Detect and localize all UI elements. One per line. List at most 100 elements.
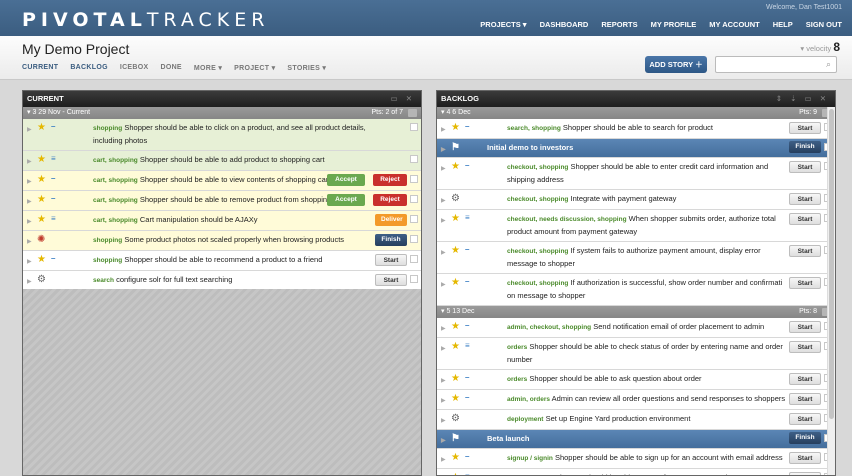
expand-icon[interactable]: ▶ — [441, 415, 446, 427]
story-row[interactable]: ▶ ★ – orders Shopper should be able to ask … — [437, 370, 835, 390]
nav-my-profile[interactable]: MY PROFILE — [651, 20, 697, 29]
estimate-icon[interactable]: ≡ — [465, 212, 470, 224]
scroll-thumb[interactable] — [829, 109, 834, 419]
story-row[interactable]: ▶ ★ – shopping Shopper should be able to re… — [23, 251, 421, 271]
story-labels[interactable]: search — [93, 277, 114, 284]
expand-icon[interactable]: ▶ — [441, 215, 446, 227]
estimate-icon[interactable]: – — [465, 451, 469, 463]
nav-sign-out[interactable]: SIGN OUT — [806, 20, 842, 29]
story-row[interactable]: ▶ ⚙ search configure solr for full text se… — [23, 271, 421, 291]
tab-done[interactable]: DONE — [160, 64, 181, 72]
start-button[interactable]: Start — [789, 245, 821, 257]
tab-project[interactable]: PROJECT ▾ — [234, 64, 275, 72]
nav-dashboard[interactable]: DASHBOARD — [540, 20, 589, 29]
story-labels[interactable]: shopping — [93, 125, 122, 132]
finish-button[interactable]: Finish — [789, 141, 821, 153]
story-row[interactable]: ▶ ★ ≡ checkout, needs discussion, shopping … — [437, 210, 835, 242]
expand-icon[interactable]: ▶ — [441, 375, 446, 387]
expand-icon[interactable]: ▶ — [27, 176, 32, 188]
expand-icon[interactable]: ▶ — [441, 454, 446, 466]
logo[interactable]: PIVOTALTRACKER — [22, 9, 269, 31]
start-button[interactable]: Start — [789, 277, 821, 289]
expand-icon[interactable]: ▶ — [441, 323, 446, 335]
story-labels[interactable]: search, shopping — [507, 125, 561, 132]
expand-icon[interactable]: ▶ — [27, 156, 32, 168]
story-labels[interactable]: shopping — [93, 257, 122, 264]
story-row[interactable]: ▶ ⚙ deployment Set up Engine Yard producti… — [437, 410, 835, 430]
select-checkbox[interactable] — [410, 215, 418, 223]
start-button[interactable]: Start — [789, 393, 821, 405]
story-labels[interactable]: checkout, shopping — [507, 164, 568, 171]
nav-my-account[interactable]: MY ACCOUNT — [709, 20, 759, 29]
expand-icon[interactable]: ▶ — [441, 435, 446, 447]
story-labels[interactable]: cart, shopping — [93, 217, 138, 224]
accept-button[interactable]: Accept — [327, 174, 365, 186]
panel-controls[interactable]: ⇕ ⇣ ▭ ✕ — [776, 91, 829, 107]
estimate-icon[interactable]: ≡ — [51, 153, 56, 165]
panel-controls[interactable]: ▭ ✕ — [391, 91, 415, 107]
nav-projects[interactable]: PROJECTS ▾ — [480, 20, 526, 29]
expand-icon[interactable]: ▶ — [441, 144, 446, 156]
story-row[interactable]: ▶★≡signup / signin Shopper should be abl… — [437, 469, 835, 475]
story-labels[interactable]: orders — [507, 376, 527, 383]
accept-button[interactable]: Accept — [327, 194, 365, 206]
nav-reports[interactable]: REPORTS — [601, 20, 637, 29]
story-labels[interactable]: checkout, shopping — [507, 248, 568, 255]
story-row[interactable]: ▶ ★ – checkout, shopping If authorization i… — [437, 274, 835, 306]
select-checkbox[interactable] — [410, 275, 418, 283]
expand-icon[interactable]: ▶ — [27, 236, 32, 248]
story-labels[interactable]: orders — [507, 344, 527, 351]
select-checkbox[interactable] — [410, 155, 418, 163]
story-row[interactable]: ▶ ★ – search, shopping Shopper should be ab… — [437, 119, 835, 139]
estimate-icon[interactable]: – — [465, 320, 469, 332]
expand-icon[interactable]: ▶ — [441, 163, 446, 175]
start-button[interactable]: Start — [375, 254, 407, 266]
story-row[interactable]: ▶ ★ ≡ cart, shopping Cart manipulation shou… — [23, 211, 421, 231]
estimate-icon[interactable]: ≡ — [465, 340, 470, 352]
expand-icon[interactable]: ▶ — [27, 256, 32, 268]
expand-icon[interactable]: ▶ — [27, 276, 32, 288]
story-labels[interactable]: checkout, needs discussion, shopping — [507, 216, 627, 223]
deliver-button[interactable]: Deliver — [375, 214, 407, 226]
story-row[interactable]: ▶ ★ – admin, checkout, shopping Send notifi… — [437, 318, 835, 338]
expand-icon[interactable]: ▶ — [27, 216, 32, 228]
start-button[interactable]: Start — [375, 274, 407, 286]
story-row[interactable]: ▶ ★ ≡ cart, shopping Shopper should be able… — [23, 151, 421, 171]
start-button[interactable]: Start — [789, 213, 821, 225]
estimate-icon[interactable]: – — [465, 160, 469, 172]
story-row[interactable]: ▶ ⚙ checkout, shopping Integrate with paym… — [437, 190, 835, 210]
expand-icon[interactable]: ▶ — [27, 196, 32, 208]
tab-icebox[interactable]: ICEBOX — [120, 64, 149, 72]
story-labels[interactable]: cart, shopping — [93, 177, 138, 184]
estimate-icon[interactable]: – — [51, 253, 55, 265]
story-labels[interactable]: checkout, shopping — [507, 196, 568, 203]
story-row[interactable]: ▶ ★ – cart, shopping Shopper should be able… — [23, 171, 421, 191]
start-button[interactable]: Start — [789, 193, 821, 205]
tab-backlog[interactable]: BACKLOG — [70, 64, 108, 72]
release-row[interactable]: ▶ ⚑ Beta launch Finish — [437, 430, 835, 449]
finish-button[interactable]: Finish — [375, 234, 407, 246]
story-labels[interactable]: signup / signin — [507, 455, 553, 462]
story-labels[interactable]: shopping — [93, 237, 122, 244]
estimate-icon[interactable]: – — [465, 276, 469, 288]
estimate-icon[interactable]: – — [465, 392, 469, 404]
start-button[interactable]: Start — [789, 413, 821, 425]
story-labels[interactable]: admin, orders — [507, 396, 550, 403]
expand-icon[interactable]: ▶ — [441, 395, 446, 407]
story-labels[interactable]: cart, shopping — [93, 157, 138, 164]
estimate-icon[interactable]: ≡ — [51, 213, 56, 225]
add-story-button[interactable]: ADD STORY ＋ — [645, 56, 707, 73]
estimate-icon[interactable]: – — [51, 173, 55, 185]
story-row[interactable]: ▶ ★ – cart, shopping Shopper should be able… — [23, 191, 421, 211]
start-button[interactable]: Start — [789, 452, 821, 464]
story-labels[interactable]: deployment — [507, 416, 543, 423]
expand-icon[interactable]: ▶ — [441, 247, 446, 259]
expand-icon[interactable]: ▶ — [27, 124, 32, 136]
scrollbar[interactable] — [827, 107, 835, 475]
select-checkbox[interactable] — [410, 123, 418, 131]
story-labels[interactable]: cart, shopping — [93, 197, 138, 204]
story-labels[interactable]: admin, checkout, shopping — [507, 324, 591, 331]
expand-icon[interactable]: ▶ — [441, 124, 446, 136]
tab-current[interactable]: CURRENT — [22, 64, 58, 72]
finish-button[interactable]: Finish — [789, 432, 821, 444]
